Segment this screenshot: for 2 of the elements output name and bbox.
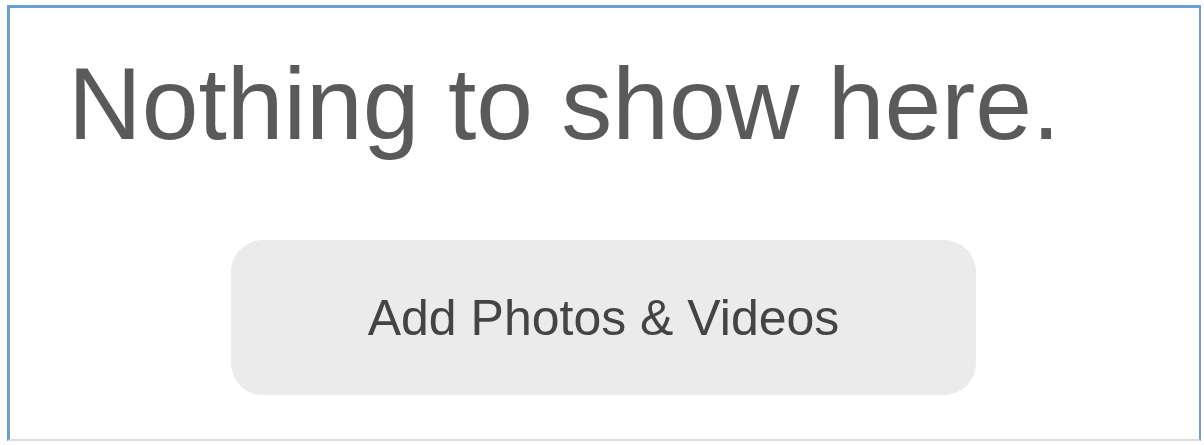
empty-message: Nothing to show here. (68, 48, 1061, 161)
add-photos-button[interactable]: Add Photos & Videos (231, 240, 976, 396)
